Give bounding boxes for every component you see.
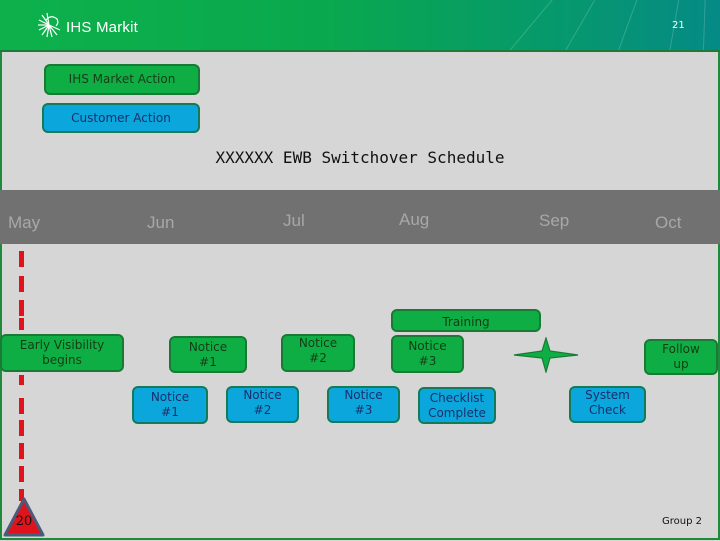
dash-segment bbox=[19, 420, 24, 436]
logo-text: IHS Markit bbox=[66, 18, 139, 36]
item-line: #3 bbox=[354, 402, 373, 417]
dash-segment bbox=[19, 398, 24, 414]
schedule-title: XXXXXX EWB Switchover Schedule bbox=[215, 148, 505, 167]
dash-segment bbox=[19, 276, 24, 292]
today-marker-label: 20 bbox=[15, 514, 33, 529]
item-line: Notice bbox=[408, 339, 447, 353]
item-line: Notice bbox=[188, 339, 228, 354]
ihs-item-notice-3: Notice #3 bbox=[391, 335, 464, 373]
page-number: 21 bbox=[672, 20, 685, 31]
ihs-item-notice-2: Notice #2 bbox=[281, 334, 355, 372]
ihs-markit-logo: IHS Markit bbox=[36, 12, 138, 42]
legend-customer-action-label: Customer Action bbox=[71, 110, 171, 125]
item-line: Notice bbox=[344, 387, 383, 402]
item-line: #3 bbox=[418, 354, 437, 368]
item-line: Checklist bbox=[429, 390, 485, 405]
today-marker: 20 bbox=[3, 497, 45, 537]
dash-segment bbox=[19, 251, 24, 267]
customer-item-system-check: System Check bbox=[569, 386, 646, 423]
banner-ray bbox=[560, 0, 601, 50]
customer-item-notice-3: Notice #3 bbox=[327, 386, 400, 423]
item-line: Follow bbox=[662, 342, 700, 356]
banner-ray bbox=[612, 0, 641, 50]
item-line: Notice bbox=[150, 390, 190, 404]
ihs-item-follow-up: Follow up bbox=[644, 339, 718, 375]
left-border bbox=[0, 52, 2, 540]
item-line: Early Visibility bbox=[19, 338, 105, 352]
item-line: Complete bbox=[428, 405, 486, 420]
dash-segment bbox=[19, 318, 24, 330]
banner-ray bbox=[702, 0, 706, 50]
dash-segment bbox=[19, 466, 24, 482]
ihs-item-training: Training bbox=[391, 309, 541, 332]
month-label: Jun bbox=[147, 213, 175, 232]
month-label: Oct bbox=[655, 213, 682, 232]
customer-item-notice-1: Notice #1 bbox=[132, 386, 208, 424]
dash-segment bbox=[19, 300, 24, 316]
item-line: begins bbox=[42, 353, 82, 367]
month-label: May bbox=[8, 213, 41, 232]
item-line: Check bbox=[589, 403, 626, 417]
item-line: System bbox=[585, 388, 630, 402]
customer-item-checklist-complete: Checklist Complete bbox=[418, 387, 496, 424]
four-point-star-icon bbox=[513, 335, 579, 375]
item-line: #1 bbox=[199, 354, 217, 369]
item-line: Training bbox=[442, 315, 490, 329]
banner-ray bbox=[508, 0, 561, 50]
ihs-item-early-visibility: Early Visibility begins bbox=[0, 334, 124, 372]
item-line: #2 bbox=[253, 402, 272, 417]
milestone bbox=[513, 335, 579, 375]
header-divider bbox=[0, 50, 720, 52]
header-banner: IHS Markit 21 bbox=[0, 0, 720, 50]
footer-group-label: Group 2 bbox=[662, 516, 702, 527]
item-line: #1 bbox=[161, 405, 179, 419]
dash-segment bbox=[19, 443, 24, 459]
dash-segment bbox=[19, 375, 24, 385]
month-timeline-bar: May Jun Jul Aug Sep Oct bbox=[0, 190, 720, 244]
item-line: up bbox=[673, 357, 689, 371]
item-line: Notice bbox=[243, 387, 282, 402]
month-label: Sep bbox=[539, 211, 570, 230]
item-line: Notice bbox=[298, 336, 338, 350]
legend-ihs-action-label: IHS Market Action bbox=[68, 72, 176, 86]
legend-customer-action: Customer Action bbox=[42, 103, 200, 133]
legend-ihs-action: IHS Market Action bbox=[44, 64, 200, 95]
month-label: Aug bbox=[399, 210, 430, 229]
item-line: #2 bbox=[309, 351, 327, 365]
ihs-markit-sunburst-icon bbox=[36, 12, 62, 42]
ihs-item-notice-1: Notice #1 bbox=[169, 336, 247, 373]
customer-item-notice-2: Notice #2 bbox=[226, 386, 299, 423]
month-label: Jul bbox=[283, 211, 305, 230]
